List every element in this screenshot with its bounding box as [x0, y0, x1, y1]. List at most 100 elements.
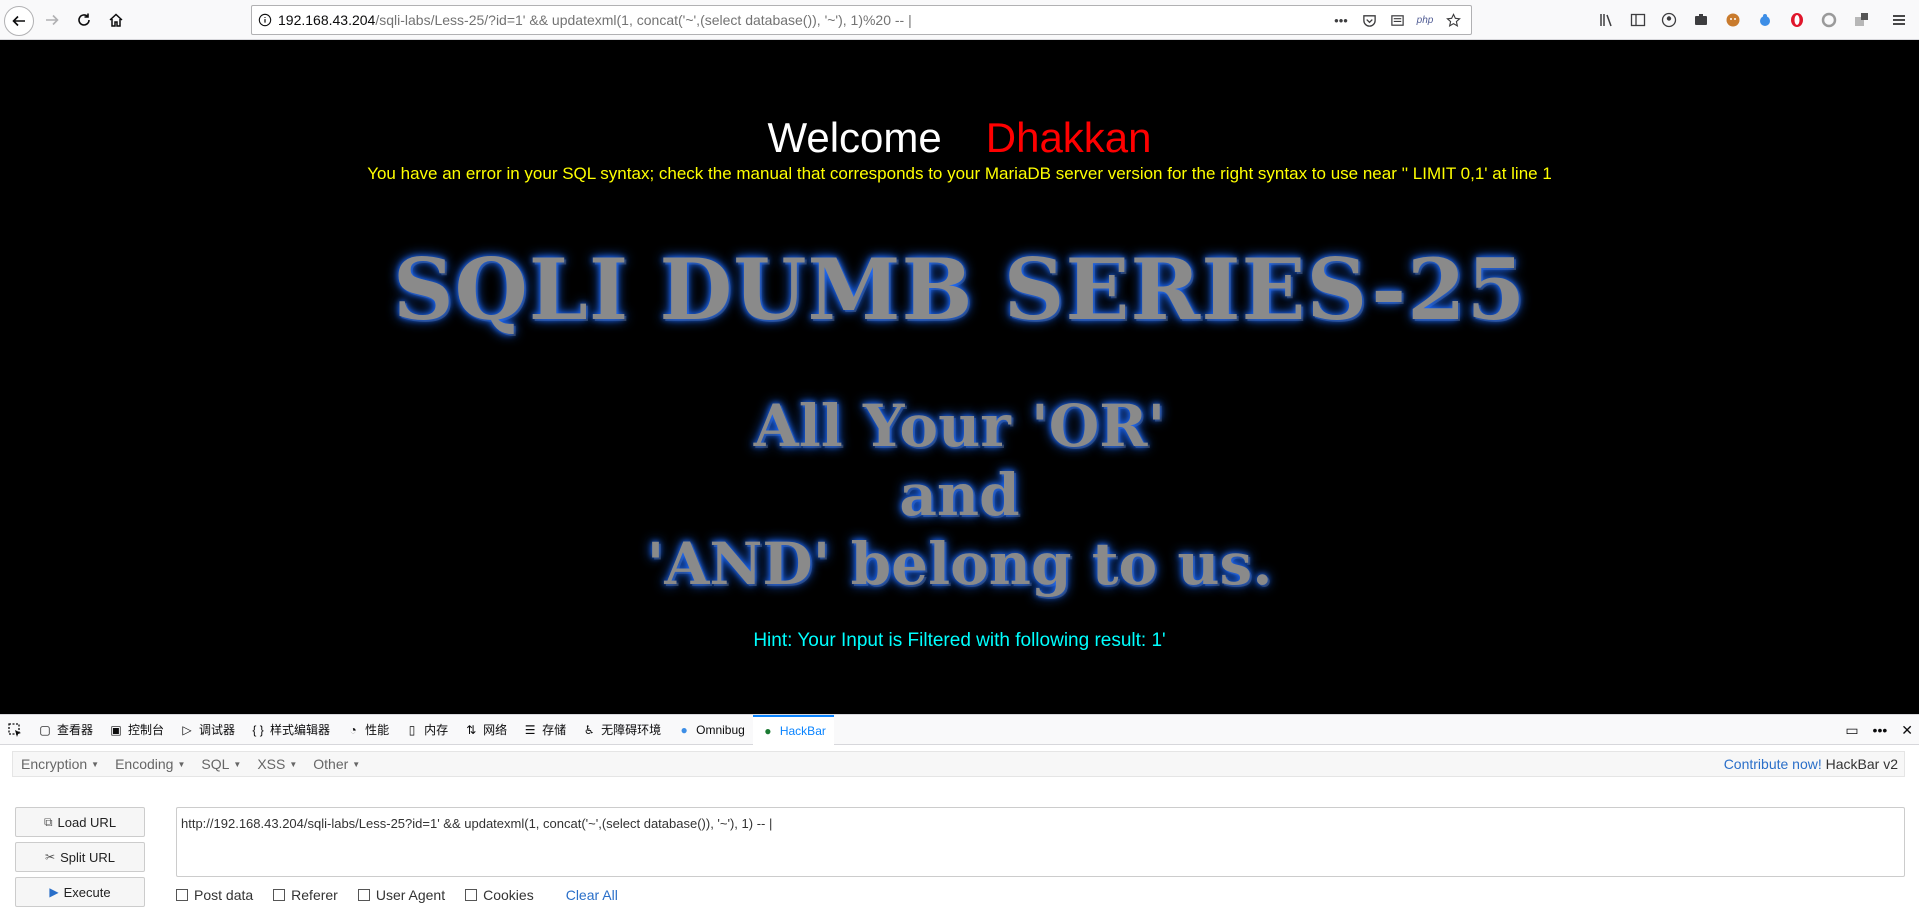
- menu-other[interactable]: Other ▼: [305, 756, 368, 772]
- library-icon[interactable]: [1596, 9, 1618, 31]
- browser-toolbar: 192.168.43.204/sqli-labs/Less-25/?id=1' …: [0, 0, 1919, 40]
- split-url-button[interactable]: ✂ Split URL: [15, 842, 145, 872]
- tab-network[interactable]: ⇅ 网络: [456, 715, 515, 745]
- forward-button[interactable]: [38, 6, 66, 34]
- tab-console[interactable]: ▣ 控制台: [101, 715, 172, 745]
- account-icon[interactable]: [1658, 9, 1680, 31]
- tab-omnibug[interactable]: ● Omnibug: [669, 715, 753, 745]
- tab-debugger[interactable]: ▷ 调试器: [172, 715, 243, 745]
- omnibug-extension-icon[interactable]: [1754, 9, 1776, 31]
- more-icon[interactable]: •••: [1331, 10, 1351, 30]
- button-label: Split URL: [60, 849, 115, 865]
- menu-label: SQL: [201, 756, 230, 772]
- style-editor-icon: { }: [252, 722, 264, 737]
- tab-label: 无障碍环境: [601, 723, 662, 737]
- sql-error-message: You have an error in your SQL syntax; ch…: [367, 164, 1552, 183]
- pocket-icon[interactable]: [1359, 10, 1379, 30]
- referer-option[interactable]: Referer: [273, 887, 338, 903]
- referer-checkbox[interactable]: [273, 889, 286, 901]
- tab-label: 查看器: [57, 723, 94, 737]
- devtools-tabbar: ▢ 查看器 ▣ 控制台 ▷ 调试器 { } 样式编辑器 ◔ 性能 ▯ 内存 ⇅ 网络 ☰ 存储 …: [0, 714, 1919, 745]
- php-icon[interactable]: php: [1415, 10, 1435, 30]
- user-agent-option[interactable]: User Agent: [357, 887, 445, 903]
- page-content: Welcome Dhakkan You have an error in your…: [0, 40, 1919, 714]
- menu-label: Other: [313, 756, 349, 772]
- load-icon: ⧉: [43, 814, 53, 829]
- tab-label: HackBar: [779, 723, 826, 738]
- tab-label: 网络: [483, 723, 508, 737]
- monkey-extension-icon[interactable]: [1722, 9, 1744, 31]
- tab-inspector[interactable]: ▢ 查看器: [30, 715, 101, 745]
- clear-all-link[interactable]: Clear All: [566, 887, 618, 903]
- caret-down-icon: ▼: [91, 759, 100, 769]
- tab-performance[interactable]: ◔ 性能: [338, 715, 397, 745]
- performance-icon: ◔: [349, 722, 357, 737]
- tab-storage[interactable]: ☰ 存储: [515, 715, 574, 745]
- reader-icon[interactable]: [1387, 10, 1407, 30]
- caret-down-icon: ▼: [177, 759, 186, 769]
- execute-button[interactable]: ▶ Execute: [15, 877, 145, 907]
- devtools-more-icon[interactable]: •••: [1873, 722, 1888, 738]
- play-icon: ▶: [49, 885, 59, 899]
- caret-down-icon: ▼: [233, 759, 242, 769]
- reload-button[interactable]: [70, 6, 98, 34]
- caret-down-icon: ▼: [352, 759, 361, 769]
- button-label: Execute: [63, 884, 111, 900]
- arrow-right-icon: [46, 14, 59, 26]
- menu-encryption[interactable]: Encryption ▼: [13, 756, 107, 772]
- close-icon[interactable]: ✕: [1901, 722, 1913, 739]
- network-icon: ⇅: [466, 722, 477, 737]
- arrow-left-icon: [12, 15, 25, 27]
- omnibug-icon: ●: [680, 722, 688, 737]
- tab-label: 调试器: [199, 723, 236, 737]
- load-url-button[interactable]: ⧉ Load URL: [15, 807, 145, 837]
- puzzle-extension-icon[interactable]: [1850, 9, 1872, 31]
- home-icon: [109, 13, 123, 27]
- console-icon: ▣: [110, 722, 122, 737]
- tab-label: 存储: [542, 723, 567, 737]
- opera-extension-icon[interactable]: [1786, 9, 1808, 31]
- storage-icon: ☰: [524, 722, 536, 737]
- tab-hackbar[interactable]: ● HackBar: [752, 714, 834, 745]
- home-button[interactable]: [102, 6, 130, 34]
- address-bar[interactable]: 192.168.43.204/sqli-labs/Less-25/?id=1' …: [251, 5, 1472, 35]
- user-agent-checkbox[interactable]: [357, 889, 370, 901]
- option-label: Cookies: [483, 887, 534, 903]
- menu-xss[interactable]: XSS ▼: [249, 756, 305, 772]
- tab-style-editor[interactable]: { } 样式编辑器: [243, 715, 338, 745]
- bookmark-star-icon[interactable]: [1443, 10, 1463, 30]
- menu-encoding[interactable]: Encoding ▼: [107, 756, 193, 772]
- post-data-option[interactable]: Post data: [176, 887, 253, 903]
- tab-memory[interactable]: ▯ 内存: [397, 715, 456, 745]
- hackbar-options: Post data Referer User Agent Cookies Cle…: [176, 887, 618, 903]
- tab-accessibility[interactable]: ♿ 无障碍环境: [574, 715, 669, 745]
- cookies-option[interactable]: Cookies: [465, 887, 534, 903]
- menu-label: Encoding: [115, 756, 174, 772]
- hackbar-version: HackBar v2: [1825, 756, 1898, 772]
- sidebar-icon[interactable]: [1627, 9, 1649, 31]
- menu-sql[interactable]: SQL ▼: [193, 756, 249, 772]
- cookies-checkbox[interactable]: [465, 889, 478, 901]
- circle-extension-icon[interactable]: [1818, 9, 1840, 31]
- site-info-icon[interactable]: [252, 6, 278, 34]
- scissors-icon: ✂: [45, 850, 56, 864]
- tab-label: 控制台: [128, 723, 165, 737]
- menu-label: Encryption: [21, 756, 88, 772]
- option-label: Referer: [291, 887, 338, 903]
- url-host: 192.168.43.204: [278, 12, 376, 28]
- hackbar-url-textarea[interactable]: http://192.168.43.204/sqli-labs/Less-25?…: [176, 807, 1905, 877]
- memory-icon: ▯: [408, 722, 416, 737]
- dock-icon[interactable]: ▭: [1845, 722, 1858, 739]
- contribute-link[interactable]: Contribute now!: [1724, 756, 1822, 772]
- back-button[interactable]: [4, 6, 34, 36]
- menu-label: XSS: [257, 756, 286, 772]
- button-label: Load URL: [57, 814, 117, 830]
- slogan-line-1: All Your 'OR': [753, 392, 1166, 460]
- container-icon[interactable]: [1690, 9, 1712, 31]
- url-text[interactable]: 192.168.43.204/sqli-labs/Less-25/?id=1' …: [278, 12, 1331, 28]
- post-data-checkbox[interactable]: [176, 889, 188, 901]
- reload-icon: [78, 13, 90, 26]
- menu-icon[interactable]: [1888, 9, 1910, 31]
- devtools-panel: ▢ 查看器 ▣ 控制台 ▷ 调试器 { } 样式编辑器 ◔ 性能 ▯ 内存 ⇅ 网络 ☰ 存储 …: [0, 714, 1919, 908]
- element-picker-icon[interactable]: [0, 715, 30, 745]
